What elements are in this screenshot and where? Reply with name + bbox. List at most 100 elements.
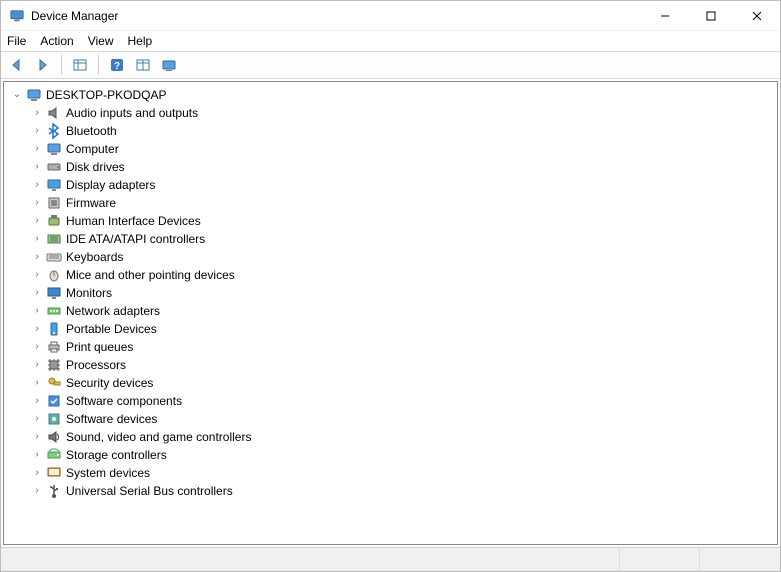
chevron-right-icon[interactable]: › [30, 140, 44, 158]
chevron-right-icon[interactable]: › [30, 266, 44, 284]
chevron-right-icon[interactable]: › [30, 338, 44, 356]
software-device-icon [46, 411, 62, 427]
back-icon [9, 58, 25, 72]
minimize-button[interactable] [642, 1, 688, 31]
chevron-right-icon[interactable]: › [30, 230, 44, 248]
tree-item[interactable]: ›Security devices [30, 374, 777, 392]
tree-item[interactable]: › Software components [30, 392, 777, 410]
chevron-right-icon[interactable]: › [30, 194, 44, 212]
chevron-right-icon[interactable]: › [30, 374, 44, 392]
portable-icon [46, 321, 62, 337]
menu-view[interactable]: View [88, 34, 114, 48]
tree-item[interactable]: › Software devices [30, 410, 777, 428]
system-icon [46, 465, 62, 481]
tree-item[interactable]: › IDE ATA/ATAPI controllers [30, 230, 777, 248]
tree-item[interactable]: › Universal Serial Bus controllers [30, 482, 777, 500]
tree-item-label: Portable Devices [66, 320, 157, 338]
computer-icon [46, 141, 62, 157]
tree-item-label: Software devices [66, 410, 157, 428]
chevron-right-icon[interactable]: › [30, 320, 44, 338]
chevron-right-icon[interactable]: › [30, 482, 44, 500]
chevron-right-icon[interactable]: › [30, 428, 44, 446]
forward-button[interactable] [31, 54, 55, 76]
tree-item-label: Firmware [66, 194, 116, 212]
tree-item-label: System devices [66, 464, 150, 482]
tree-item[interactable]: › Storage controllers [30, 446, 777, 464]
chevron-right-icon[interactable]: › [30, 446, 44, 464]
tree-item[interactable]: ›Print queues [30, 338, 777, 356]
chevron-right-icon[interactable]: › [30, 284, 44, 302]
tree-item[interactable]: ›Human Interface Devices [30, 212, 777, 230]
tree-item[interactable]: › Firmware [30, 194, 777, 212]
tree-item[interactable]: › Network adapters [30, 302, 777, 320]
tree-item-label: Audio inputs and outputs [66, 104, 198, 122]
menu-action[interactable]: Action [40, 34, 73, 48]
close-button[interactable] [734, 1, 780, 31]
chevron-right-icon[interactable]: › [30, 302, 44, 320]
maximize-button[interactable] [688, 1, 734, 31]
chevron-right-icon[interactable]: › [30, 392, 44, 410]
chevron-right-icon[interactable]: › [30, 158, 44, 176]
tree-item-label: Mice and other pointing devices [66, 266, 235, 284]
tree-item[interactable]: › Display adapters [30, 176, 777, 194]
tree-item-label: Display adapters [66, 176, 155, 194]
toolbar-separator [98, 55, 99, 75]
device-tree[interactable]: ⌄DESKTOP-PKODQAP›Audio inputs and output… [3, 81, 778, 545]
tree-item[interactable]: ›Keyboards [30, 248, 777, 266]
show-hidden-icon [72, 58, 88, 72]
tree-item[interactable]: › Computer [30, 140, 777, 158]
keyboard-icon [46, 249, 62, 265]
tree-item-label: Computer [66, 140, 119, 158]
tree-item[interactable]: › Sound, video and game controllers [30, 428, 777, 446]
audio-icon [46, 105, 62, 121]
tree-root-label: DESKTOP-PKODQAP [46, 86, 166, 104]
chevron-right-icon[interactable]: › [30, 104, 44, 122]
tree-item[interactable]: › Disk drives [30, 158, 777, 176]
chevron-right-icon[interactable]: › [30, 176, 44, 194]
status-cell [620, 548, 700, 571]
display-icon [46, 177, 62, 193]
show-hidden-button[interactable] [68, 54, 92, 76]
tree-item[interactable]: ›Bluetooth [30, 122, 777, 140]
tree-item[interactable]: ›Processors [30, 356, 777, 374]
status-cell [1, 548, 620, 571]
tree-item[interactable]: › Portable Devices [30, 320, 777, 338]
properties-button[interactable] [131, 54, 155, 76]
tree-item-label: Sound, video and game controllers [66, 428, 251, 446]
tree-item-label: Software components [66, 392, 182, 410]
chevron-right-icon[interactable]: › [30, 122, 44, 140]
tree-root[interactable]: ⌄ DESKTOP-PKODQAP [10, 86, 777, 104]
menu-help[interactable]: Help [128, 34, 153, 48]
chevron-right-icon[interactable]: › [30, 464, 44, 482]
status-cell [700, 548, 780, 571]
network-icon [46, 303, 62, 319]
hid-icon [46, 213, 62, 229]
tree-item[interactable]: › Audio inputs and outputs [30, 104, 777, 122]
toolbar-separator [61, 55, 62, 75]
tree-item-label: Universal Serial Bus controllers [66, 482, 233, 500]
chevron-right-icon[interactable]: › [30, 410, 44, 428]
tree-item-label: Network adapters [66, 302, 160, 320]
chevron-right-icon[interactable]: › [30, 212, 44, 230]
tree-item[interactable]: › Mice and other pointing devices [30, 266, 777, 284]
chevron-right-icon[interactable]: › [30, 248, 44, 266]
window-title: Device Manager [31, 9, 118, 23]
scan-button[interactable] [157, 54, 181, 76]
back-button[interactable] [5, 54, 29, 76]
printer-icon [46, 339, 62, 355]
tree-item-label: Storage controllers [66, 446, 167, 464]
bluetooth-icon [46, 123, 62, 139]
firmware-icon [46, 195, 62, 211]
chevron-right-icon[interactable]: › [30, 356, 44, 374]
properties-icon [135, 58, 151, 72]
svg-text:?: ? [114, 61, 120, 72]
chevron-down-icon[interactable]: ⌄ [10, 86, 24, 104]
tree-item-label: IDE ATA/ATAPI controllers [66, 230, 205, 248]
tree-item[interactable]: › System devices [30, 464, 777, 482]
tree-item[interactable]: ›Monitors [30, 284, 777, 302]
menu-file[interactable]: File [7, 34, 26, 48]
tree-item-label: Disk drives [66, 158, 125, 176]
titlebar: Device Manager [1, 1, 780, 31]
toolbar: ? [1, 51, 780, 79]
help-button[interactable]: ? [105, 54, 129, 76]
